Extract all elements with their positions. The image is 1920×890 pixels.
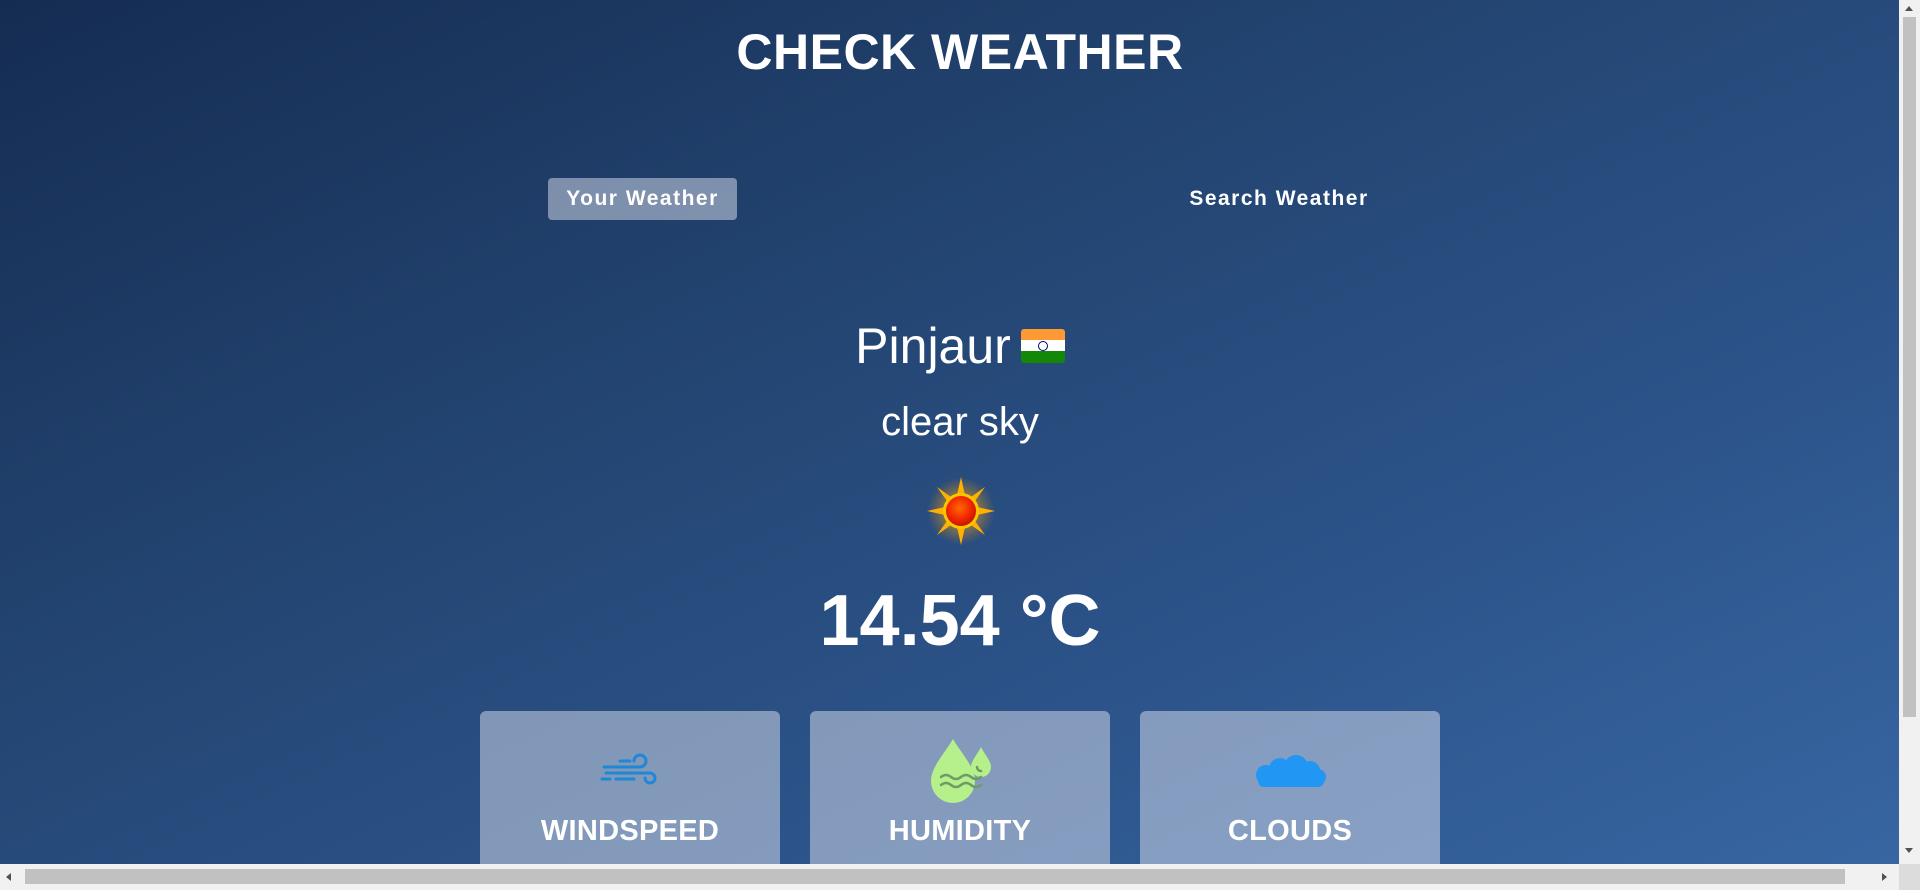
windspeed-label: WINDSPEED xyxy=(540,815,720,847)
humidity-label: HUMIDITY xyxy=(888,815,1032,847)
clouds-label: CLOUDS xyxy=(1227,815,1353,847)
scroll-up-arrow-icon[interactable] xyxy=(1905,6,1913,11)
page-title: CHECK WEATHER xyxy=(736,24,1184,80)
city-row: Pinjaur xyxy=(0,316,1899,376)
cloud-icon xyxy=(1256,755,1326,787)
tab-your-weather[interactable]: Your Weather xyxy=(548,178,737,220)
vertical-scroll-thumb[interactable] xyxy=(1903,17,1916,717)
city-name: Pinjaur xyxy=(855,318,1011,374)
india-flag-icon xyxy=(1020,328,1065,363)
scroll-left-arrow-icon[interactable] xyxy=(6,873,11,881)
windspeed-card: WINDSPEED xyxy=(480,711,780,864)
tab-container: Your Weather Search Weather xyxy=(548,178,1378,220)
temperature: 14.54 °C xyxy=(819,581,1101,661)
scrollbar-corner xyxy=(1899,864,1920,890)
weather-description: clear sky xyxy=(881,400,1039,444)
scroll-right-arrow-icon[interactable] xyxy=(1882,873,1887,881)
wind-icon xyxy=(600,753,657,785)
humidity-icon xyxy=(931,739,991,803)
scroll-down-arrow-icon[interactable] xyxy=(1905,848,1913,853)
clouds-card: CLOUDS xyxy=(1140,711,1440,864)
tab-search-weather[interactable]: Search Weather xyxy=(1180,178,1378,220)
sun-icon xyxy=(927,477,995,545)
horizontal-scrollbar[interactable] xyxy=(0,864,1899,890)
horizontal-scroll-thumb[interactable] xyxy=(25,869,1845,884)
humidity-card: HUMIDITY xyxy=(810,711,1110,864)
app-viewport: CHECK WEATHER Your Weather Search Weathe… xyxy=(0,0,1899,864)
vertical-scrollbar[interactable] xyxy=(1899,0,1920,864)
